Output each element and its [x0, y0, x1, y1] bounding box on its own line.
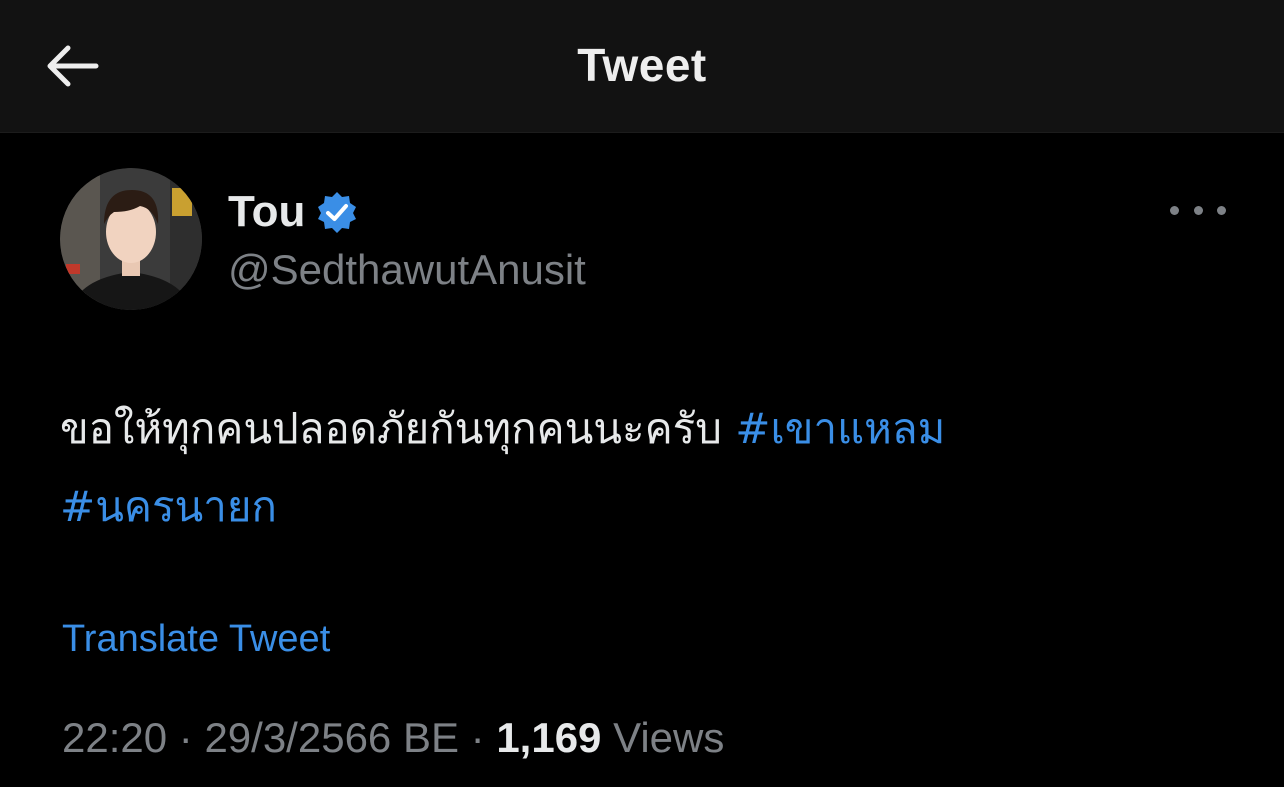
- tweet-meta: 22:20 · 29/3/2566 BE · 1,169 Views: [62, 714, 724, 762]
- meta-separator: ·: [458, 714, 497, 761]
- more-options-button[interactable]: [1170, 190, 1226, 230]
- views-count: 1,169: [496, 714, 602, 761]
- author-name-row[interactable]: Tou: [228, 184, 359, 240]
- hashtag-link[interactable]: #นครนายก: [60, 482, 277, 531]
- tweet-date[interactable]: 29/3/2566 BE: [204, 714, 459, 761]
- profile-photo: [60, 168, 202, 310]
- tweet-time[interactable]: 22:20: [62, 714, 167, 761]
- translate-tweet-link[interactable]: Translate Tweet: [62, 618, 330, 661]
- page-title: Tweet: [577, 39, 707, 91]
- more-dot-icon: [1170, 205, 1179, 215]
- more-dot-icon: [1217, 205, 1226, 215]
- verified-badge-icon: [315, 190, 359, 234]
- tweet-text: ขอให้ทุกคนปลอดภัยกันทุกคนนะครับ #เขาแหลม…: [60, 390, 1210, 546]
- hashtag-link[interactable]: #เขาแหลม: [735, 404, 945, 453]
- views-label: Views: [613, 714, 725, 761]
- tweet-body: ขอให้ทุกคนปลอดภัยกันทุกคนนะครับ: [60, 404, 722, 453]
- meta-separator: ·: [167, 714, 205, 761]
- avatar[interactable]: [60, 168, 202, 310]
- author-handle[interactable]: @SedthawutAnusit: [228, 246, 586, 294]
- top-bar: Tweet: [0, 0, 1284, 133]
- display-name: Tou: [228, 187, 306, 236]
- more-dot-icon: [1193, 205, 1203, 215]
